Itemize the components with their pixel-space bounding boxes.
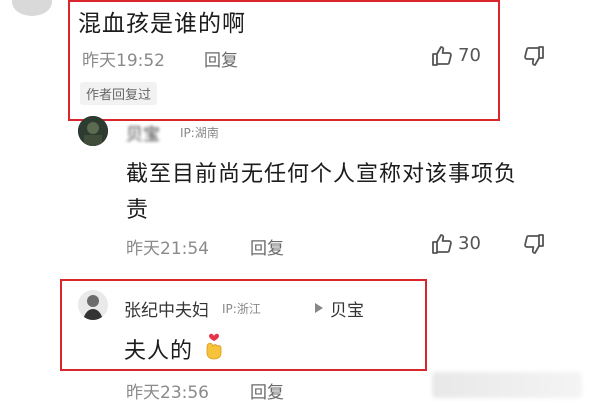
ip-location: IP:湖南 [180, 126, 219, 140]
thumb-up-icon [430, 44, 454, 68]
avatar[interactable] [78, 290, 108, 320]
comment-time: 昨天21:54 [126, 239, 209, 259]
heart-hand-emoji [202, 330, 226, 360]
comment-text: 混血孩是谁的啊 [78, 11, 246, 37]
reply-to-user[interactable]: 贝宝 [330, 296, 364, 321]
watermark [432, 372, 582, 398]
reply-button[interactable]: 回复 [204, 46, 238, 71]
like-count: 30 [458, 233, 481, 254]
partial-avatar[interactable] [12, 0, 52, 16]
thumb-down-icon[interactable] [522, 44, 546, 68]
reply-button[interactable]: 回复 [250, 378, 284, 403]
author-replied-tag: 作者回复过 [80, 82, 158, 105]
comment-text: 夫人的 [124, 339, 194, 364]
thumb-down-icon[interactable] [522, 232, 546, 256]
comment-time: 昨天23:56 [126, 383, 209, 403]
user-name[interactable]: 贝宝 [126, 120, 160, 145]
user-name[interactable]: 张纪中夫妇 [124, 296, 209, 321]
play-triangle-icon [314, 302, 324, 314]
like-button[interactable]: 70 [430, 44, 490, 68]
comment-text-line1: 截至目前尚无任何个人宣称对该事项负 [126, 162, 518, 187]
avatar[interactable] [78, 116, 108, 146]
thumb-up-icon [430, 232, 454, 256]
highlight-box-2 [60, 279, 427, 371]
ip-location: IP:浙江 [222, 302, 261, 316]
like-count: 70 [458, 45, 481, 66]
comment-time: 昨天19:52 [82, 51, 165, 71]
comment-text-line2: 责 [126, 198, 150, 223]
reply-button[interactable]: 回复 [250, 234, 284, 259]
like-button[interactable]: 30 [430, 232, 490, 256]
